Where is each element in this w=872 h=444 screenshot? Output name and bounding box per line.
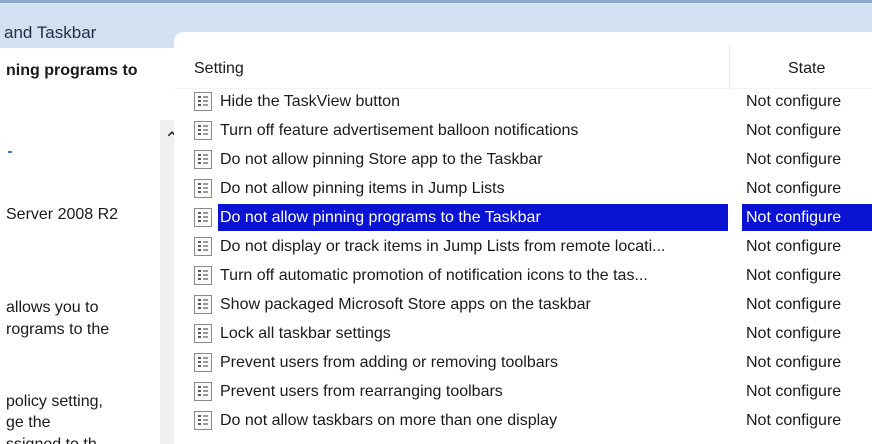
setting-state: Not configure <box>746 325 842 342</box>
policy-setting-icon <box>194 295 212 314</box>
setting-state: Not configure <box>746 267 842 284</box>
window-title: and Taskbar <box>4 23 97 42</box>
setting-row[interactable]: Do not display or track items in Jump Li… <box>188 232 872 261</box>
setting-row[interactable]: Do not allow pinning items in Jump Lists… <box>188 174 872 203</box>
description-pane: ning programs to Server 2008 R2 allows y… <box>0 48 160 444</box>
setting-state: Not configure <box>746 383 842 400</box>
edit-policy-link[interactable] <box>8 151 12 153</box>
policy-setting-icon <box>194 208 212 227</box>
description-line: ge the <box>6 414 51 431</box>
policy-setting-icon <box>194 266 212 285</box>
policy-setting-icon <box>194 121 212 140</box>
policy-setting-icon <box>194 150 212 169</box>
settings-list: Setting State Hide the TaskView button N… <box>174 32 872 444</box>
setting-state: Not configure <box>746 296 842 313</box>
setting-row[interactable]: Prevent users from adding or removing to… <box>188 348 872 377</box>
requirements-text: Server 2008 R2 <box>6 206 119 223</box>
setting-state: Not configure <box>742 204 872 231</box>
description-line: ssigned to th <box>6 436 97 444</box>
policy-setting-icon <box>194 237 212 256</box>
setting-state: Not configure <box>746 412 842 429</box>
setting-row[interactable]: Show packaged Microsoft Store apps on th… <box>188 290 872 319</box>
setting-name: Show packaged Microsoft Store apps on th… <box>220 296 591 313</box>
policy-setting-icon <box>194 353 212 372</box>
setting-row[interactable]: Lock all taskbar settings Not configure <box>188 319 872 348</box>
setting-name: Lock all taskbar settings <box>220 325 391 342</box>
setting-state: Not configure <box>746 151 842 168</box>
description-line: allows you to <box>6 299 99 316</box>
setting-name: Do not allow taskbars on more than one d… <box>220 412 558 429</box>
setting-name: Do not allow pinning Store app to the Ta… <box>220 151 543 168</box>
setting-row[interactable]: Prevent users from rearranging toolbars … <box>188 377 872 406</box>
setting-state: Not configure <box>746 93 842 110</box>
policy-setting-icon <box>194 324 212 343</box>
description-line: rograms to the <box>6 321 110 338</box>
setting-state: Not configure <box>746 354 842 371</box>
column-divider[interactable] <box>729 46 730 90</box>
setting-name: Turn off automatic promotion of notifica… <box>220 267 648 284</box>
setting-state: Not configure <box>746 238 842 255</box>
setting-row[interactable]: Do not allow taskbars on more than one d… <box>188 406 872 435</box>
setting-row[interactable]: Turn off automatic promotion of notifica… <box>188 261 872 290</box>
policy-setting-icon <box>194 179 212 198</box>
policy-setting-icon <box>194 382 212 401</box>
setting-row-selected[interactable]: Do not allow pinning programs to the Tas… <box>188 203 872 232</box>
description-line: policy setting, <box>6 393 103 410</box>
setting-name: Do not allow pinning programs to the Tas… <box>218 204 728 231</box>
setting-state: Not configure <box>746 122 842 139</box>
policy-setting-icon <box>194 411 212 430</box>
setting-name: Do not display or track items in Jump Li… <box>220 238 666 255</box>
setting-row[interactable]: Do not allow pinning Store app to the Ta… <box>188 145 872 174</box>
policy-heading: ning programs to <box>6 62 138 79</box>
setting-name: Turn off feature advertisement balloon n… <box>220 122 579 139</box>
column-header-state[interactable]: State <box>788 60 825 78</box>
setting-name: Prevent users from adding or removing to… <box>220 354 558 371</box>
setting-state: Not configure <box>746 180 842 197</box>
setting-row[interactable]: Hide the TaskView button Not configure <box>188 87 872 116</box>
policy-setting-icon <box>194 92 212 111</box>
setting-name: Prevent users from rearranging toolbars <box>220 383 503 400</box>
setting-row[interactable]: Turn off feature advertisement balloon n… <box>188 116 872 145</box>
setting-name: Do not allow pinning items in Jump Lists <box>220 180 505 197</box>
setting-name: Hide the TaskView button <box>220 93 400 110</box>
column-header-setting[interactable]: Setting <box>194 60 244 78</box>
